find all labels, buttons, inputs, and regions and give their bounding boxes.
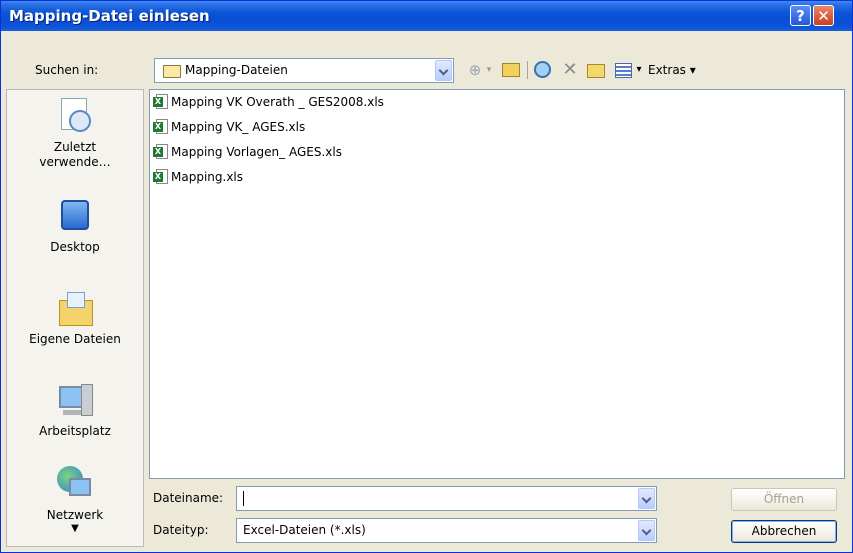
place-desktop[interactable]: Desktop <box>7 196 143 255</box>
search-web-button[interactable] <box>531 59 553 81</box>
toolbar-separator <box>527 61 528 79</box>
views-dropdown-icon[interactable]: ▾ <box>634 59 644 81</box>
file-open-dialog: Mapping-Datei einlesen ? ✕ Suchen in: Ma… <box>0 0 853 553</box>
look-in-label: Suchen in: <box>35 63 99 77</box>
list-item[interactable]: X Mapping VK_ AGES.xls <box>153 117 305 137</box>
help-button[interactable]: ? <box>790 5 811 26</box>
desktop-icon <box>55 196 95 236</box>
filetype-dropdown[interactable]: Excel-Dateien (*.xls) <box>236 518 657 543</box>
up-folder-button[interactable] <box>500 59 522 81</box>
my-computer-icon <box>55 380 95 420</box>
file-name: Mapping VK_ AGES.xls <box>171 120 306 134</box>
back-dropdown-icon[interactable]: ▾ <box>484 59 494 81</box>
list-item[interactable]: X Mapping Vorlagen_ AGES.xls <box>153 142 342 162</box>
place-recent[interactable]: Zuletzt verwende… <box>7 96 143 170</box>
network-icon <box>55 464 95 504</box>
place-label: Eigene Dateien <box>29 332 121 346</box>
cancel-button[interactable]: Abbrechen <box>731 520 837 543</box>
views-button[interactable] <box>612 59 634 81</box>
chevron-down-icon[interactable] <box>638 488 655 509</box>
place-my-computer[interactable]: Arbeitsplatz <box>7 380 143 439</box>
back-button[interactable]: ⊕ <box>464 59 486 81</box>
filename-label: Dateiname: <box>153 491 224 505</box>
scroll-down-icon[interactable]: ▼ <box>7 523 143 535</box>
place-label: Netzwerk <box>46 508 104 522</box>
delete-button[interactable]: ✕ <box>559 59 581 81</box>
excel-file-icon: X <box>153 118 169 135</box>
look-in-value: Mapping-Dateien <box>185 63 288 77</box>
new-folder-button[interactable] <box>585 59 607 81</box>
recent-documents-icon <box>55 96 95 136</box>
place-my-documents[interactable]: Eigene Dateien <box>7 288 143 347</box>
excel-file-icon: X <box>153 168 169 185</box>
place-label: Arbeitsplatz <box>39 424 111 438</box>
extras-menu[interactable]: Extras ▾ <box>648 59 696 81</box>
folder-icon <box>163 65 181 78</box>
chevron-down-icon[interactable] <box>638 520 655 541</box>
search-globe-icon <box>533 61 551 78</box>
places-bar: Zuletzt verwende… Desktop Eigene Dateien… <box>6 89 144 547</box>
file-name: Mapping Vorlagen_ AGES.xls <box>171 145 342 159</box>
new-folder-icon <box>587 64 605 78</box>
open-button[interactable]: Öffnen <box>731 488 837 511</box>
my-documents-icon <box>55 288 95 328</box>
back-arrow-icon: ⊕ <box>468 61 482 79</box>
place-label: Desktop <box>50 240 100 254</box>
filetype-label: Dateityp: <box>153 523 209 537</box>
delete-icon: ✕ <box>562 59 578 80</box>
up-folder-icon <box>502 63 520 77</box>
file-name: Mapping.xls <box>171 170 243 184</box>
filename-field[interactable] <box>236 486 657 511</box>
place-label: Zuletzt verwende… <box>39 140 111 169</box>
filetype-value: Excel-Dateien (*.xls) <box>243 523 366 537</box>
place-network[interactable]: Netzwerk ▼ <box>7 464 143 535</box>
list-item[interactable]: X Mapping VK Overath _ GES2008.xls <box>153 92 384 112</box>
text-cursor <box>243 491 244 506</box>
title-bar[interactable]: Mapping-Datei einlesen ? ✕ <box>1 1 852 31</box>
look-in-dropdown[interactable]: Mapping-Dateien <box>154 58 454 83</box>
list-item[interactable]: X Mapping.xls <box>153 167 243 187</box>
file-list[interactable]: X Mapping VK Overath _ GES2008.xls X Mappi… <box>149 89 845 479</box>
excel-file-icon: X <box>153 143 169 160</box>
views-icon <box>614 63 632 78</box>
window-title: Mapping-Datei einlesen <box>9 7 210 25</box>
excel-file-icon: X <box>153 93 169 110</box>
file-name: Mapping VK Overath _ GES2008.xls <box>171 95 384 109</box>
close-button[interactable]: ✕ <box>813 5 834 26</box>
chevron-down-icon[interactable] <box>435 60 452 81</box>
